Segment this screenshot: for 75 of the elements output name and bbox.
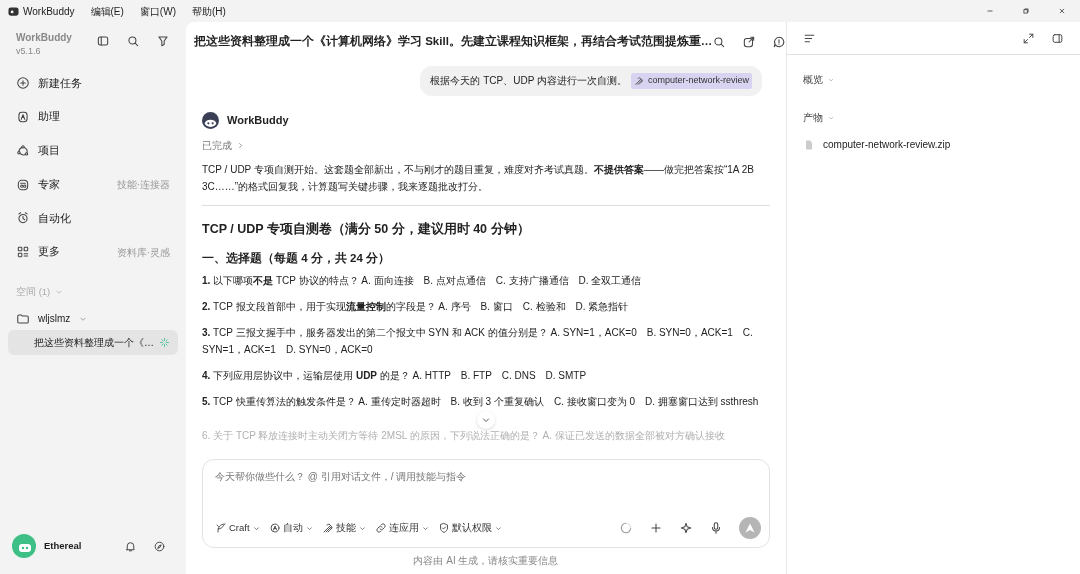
loading-icon — [619, 521, 633, 535]
menu-item[interactable]: 帮助(H) — [191, 3, 226, 19]
enhance-button[interactable] — [679, 521, 693, 535]
folder-name[interactable]: wljslmz — [38, 311, 71, 327]
nav-label[interactable]: 专家 — [38, 176, 60, 193]
chevron-icon — [236, 140, 245, 150]
feedback-button[interactable] — [772, 35, 787, 49]
expand-button[interactable] — [1022, 31, 1035, 45]
close-icon — [1057, 6, 1067, 16]
section-heading: 一、选择题（每题 4 分，共 24 分） — [202, 251, 391, 267]
nav-label[interactable]: 新建任务 — [38, 75, 82, 92]
nav-hint: 资料库·灵感 — [116, 245, 170, 260]
nav-label[interactable]: 更多 — [38, 244, 60, 260]
toolbar-dropdown[interactable]: Craft — [211, 518, 265, 538]
brand-name: WorkBuddy — [16, 31, 72, 45]
question-text: 4. 下列应用层协议中，运输层使用 UDP 的是？ A. HTTP B. FTP C. DNS D. SMTP — [202, 368, 588, 383]
robot-icon — [16, 110, 30, 125]
toolbar-dropdown[interactable]: 自动 — [264, 518, 318, 538]
brush-icon — [633, 75, 644, 86]
shield-check-icon — [437, 522, 450, 534]
file-icon — [803, 138, 815, 151]
grid-icon — [16, 245, 30, 260]
search-button[interactable] — [712, 35, 727, 49]
user-name: Ethereal — [44, 538, 82, 553]
search-button[interactable] — [126, 34, 140, 48]
task-item[interactable]: 把这些资料整理成一个《… — [8, 330, 178, 356]
link-icon — [374, 522, 387, 534]
question-text: 5. TCP 快重传算法的触发条件是？ A. 重传定时器超时 B. 收到 3 个重复确认 C. 接收窗口变为 0 D. 拥塞窗口达到 ssthresh — [202, 394, 760, 409]
compass-icon — [153, 539, 166, 553]
toolbar-dropdown[interactable]: 连应用 — [370, 518, 434, 538]
disclaimer-text: 内容由 AI 生成，请核实重要信息 — [412, 554, 560, 568]
toolbar-dropdown[interactable]: 技能 — [317, 518, 371, 538]
intro-paragraph: TCP / UDP 专项自测开始。这套题全部新出，不与刚才的题目重复，难度对齐考试真题。不提供答案——做完把答案按“1A 2B 3C……”的格式回复我，计算题写关键步骤，我来逐题批改打分。 — [202, 162, 755, 194]
chat-input[interactable]: 今天帮你做些什么？ @ 引用对话文件，/ 调用技能与指令 — [211, 468, 761, 485]
nav-label[interactable]: 助理 — [38, 109, 60, 125]
voice-button[interactable] — [709, 521, 723, 535]
folder-icon — [16, 311, 30, 326]
expert-icon — [16, 177, 30, 192]
question-text: 1. 以下哪项不是 TCP 协议的特点？ A. 面向连接 B. 点对点通信 C. 支持广播通信 D. 全双工通信 — [202, 273, 643, 288]
version-label: v5.1.6 — [16, 45, 42, 58]
restore-icon — [1021, 6, 1031, 16]
section-toggle[interactable]: 产物 — [803, 110, 835, 125]
nav-label[interactable]: 项目 — [38, 143, 60, 159]
nodes-icon — [16, 143, 30, 158]
question-text: 6. 关于 TCP 释放连接时主动关闭方等待 2MSL 的原因，下列说法正确的是？ A. 保证已发送的数据全部被对方确认接收 — [202, 428, 726, 443]
conversation-title: 把这些资料整理成一个《计算机网络》学习 Skill。先建立课程知识框架，再结合考试范围提炼重… — [194, 33, 713, 50]
nav-hint: 技能·连接器 — [116, 178, 170, 193]
message-text: 根据今天的 TCP、UDP 内容进行一次自测。 — [430, 74, 627, 89]
new-task-icon — [16, 76, 30, 91]
paper-heading: TCP / UDP 专项自测卷（满分 50 分，建议用时 40 分钟） — [202, 220, 531, 238]
sidebar-toggle-button[interactable] — [96, 34, 110, 48]
skill-tag: computer-network-review — [630, 73, 752, 89]
file-name[interactable]: computer-network-review.zip — [823, 137, 951, 152]
feather-icon — [215, 522, 227, 534]
bot-avatar — [202, 111, 219, 129]
nav-label[interactable]: 自动化 — [38, 210, 71, 227]
add-button[interactable] — [649, 521, 663, 535]
menu-item[interactable]: 编辑(E) — [90, 3, 124, 19]
alarm-clock-icon — [16, 211, 30, 226]
status-toggle[interactable]: 已完成 — [202, 137, 245, 153]
section-toggle[interactable]: 概览 — [803, 72, 835, 87]
author-name: WorkBuddy — [227, 112, 289, 128]
menu-item[interactable]: 窗口(W) — [139, 3, 176, 19]
app-logo-icon — [8, 6, 19, 18]
bell-icon — [124, 539, 137, 553]
app-name: WorkBuddy — [23, 4, 75, 19]
send-icon — [744, 522, 756, 534]
question-text: 3. TCP 三报文握手中，服务器发出的第二个报文中 SYN 和 ACK 的值分别是？ A. SYN=1，ACK=0 B. SYN=0，ACK=1 C. SYN=1，ACK=1 D. SYN=0，ACK=0 — [202, 325, 754, 357]
panel-toggle-button[interactable] — [1051, 31, 1064, 45]
toolbar-dropdown[interactable]: 默认权限 — [433, 518, 507, 538]
share-button[interactable] — [742, 35, 757, 49]
auto-icon — [268, 522, 281, 534]
brush-icon — [321, 522, 334, 534]
question-text: 2. TCP 报文段首部中，用于实现流量控制的字段是？ A. 序号 B. 窗口 C. 检验和 D. 紧急指针 — [202, 299, 630, 314]
filter-button[interactable] — [156, 34, 170, 48]
